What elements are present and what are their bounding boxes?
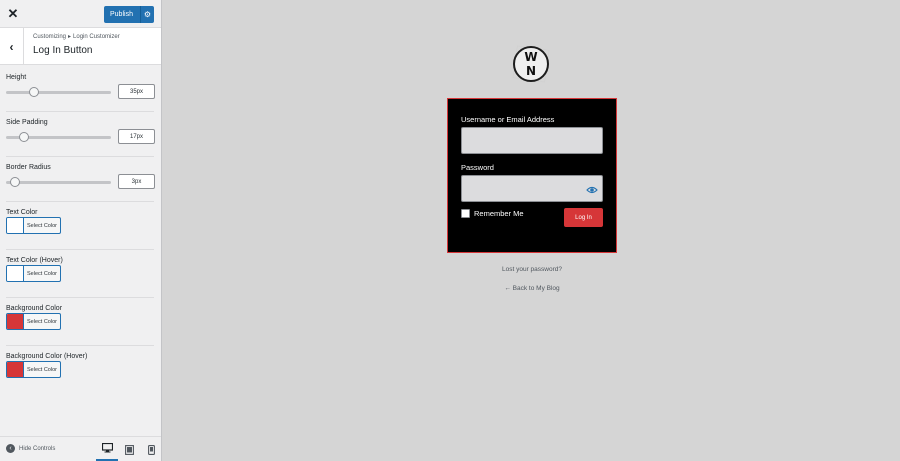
- remember-me-label: Remember Me: [474, 209, 524, 218]
- publish-label: Publish: [110, 11, 133, 18]
- height-value-input[interactable]: 35px: [118, 84, 155, 99]
- divider: [6, 156, 154, 157]
- text-color-hover-button[interactable]: Select Color: [6, 265, 61, 282]
- logo-text: W N: [524, 50, 538, 78]
- text-color-control: Text Color Select Color: [6, 209, 154, 241]
- hide-controls-label: Hide Controls: [19, 445, 56, 452]
- log-in-button[interactable]: Log In: [564, 208, 603, 227]
- side-padding-slider-thumb[interactable]: [19, 132, 29, 142]
- customizer-header: ✕ Publish ⚙: [0, 0, 161, 28]
- height-slider-thumb[interactable]: [29, 87, 39, 97]
- breadcrumb-root: Customizing: [33, 34, 67, 40]
- breadcrumb: Customizing ▸ Login Customizer: [33, 33, 120, 40]
- color-swatch: [7, 266, 24, 281]
- text-color-label: Text Color: [6, 209, 38, 216]
- divider: [6, 111, 154, 112]
- border-radius-slider-thumb[interactable]: [10, 177, 20, 187]
- background-color-button[interactable]: Select Color: [6, 313, 61, 330]
- site-preview: W N Username or Email Address Password R…: [162, 0, 900, 461]
- customizer-sidebar: ✕ Publish ⚙ ‹ Customizing ▸ Login Customiz…: [0, 0, 162, 461]
- text-color-button[interactable]: Select Color: [6, 217, 61, 234]
- select-color-label: Select Color: [27, 318, 57, 325]
- tablet-icon[interactable]: [118, 437, 140, 461]
- hide-controls-button[interactable]: ‹ Hide Controls: [6, 444, 55, 453]
- breadcrumb-separator: ▸: [68, 34, 72, 40]
- back-arrow-icon[interactable]: ‹: [0, 28, 24, 65]
- side-padding-control: Side Padding 17px: [6, 119, 155, 149]
- password-input[interactable]: [461, 175, 603, 202]
- color-swatch: [7, 314, 24, 329]
- select-color-label: Select Color: [27, 270, 57, 277]
- desktop-icon[interactable]: [96, 437, 118, 461]
- remember-me-checkbox[interactable]: [461, 209, 470, 218]
- background-color-hover-control: Background Color (Hover) Select Color: [6, 353, 154, 385]
- select-color-label: Select Color: [27, 222, 57, 229]
- username-label: Username or Email Address: [461, 115, 555, 124]
- username-input[interactable]: [461, 127, 603, 154]
- password-label: Password: [461, 163, 494, 172]
- divider: [6, 297, 154, 298]
- side-padding-value-input[interactable]: 17px: [118, 129, 155, 144]
- eye-icon[interactable]: [586, 183, 598, 195]
- remember-me[interactable]: Remember Me: [461, 209, 524, 218]
- mobile-icon[interactable]: [140, 437, 162, 461]
- select-color-label: Select Color: [27, 366, 57, 373]
- border-radius-label: Border Radius: [6, 164, 51, 171]
- color-swatch: [7, 218, 24, 233]
- close-icon[interactable]: ✕: [0, 0, 26, 28]
- height-control: Height 35px: [6, 74, 155, 104]
- height-label: Height: [6, 74, 27, 81]
- customizer-footer: ‹ Hide Controls: [0, 436, 161, 461]
- height-slider-track[interactable]: [6, 91, 111, 94]
- background-color-hover-button[interactable]: Select Color: [6, 361, 61, 378]
- gear-icon[interactable]: ⚙: [140, 6, 154, 23]
- login-form: Username or Email Address Password Remem…: [447, 98, 617, 253]
- publish-button[interactable]: Publish ⚙: [104, 6, 154, 23]
- back-to-blog-link[interactable]: ← Back to My Blog: [447, 285, 617, 292]
- breadcrumb-parent: Login Customizer: [73, 34, 120, 40]
- border-radius-control: Border Radius 3px: [6, 164, 155, 194]
- color-swatch: [7, 362, 24, 377]
- border-radius-slider-track[interactable]: [6, 181, 111, 184]
- arrow-left-circle-icon: ‹: [6, 444, 15, 453]
- section-header: ‹ Customizing ▸ Login Customizer Log In Bu…: [0, 28, 161, 65]
- section-title: Log In Button: [33, 45, 93, 56]
- background-color-label: Background Color: [6, 305, 63, 312]
- divider: [6, 249, 154, 250]
- text-color-hover-label: Text Color (Hover): [6, 257, 63, 264]
- divider: [6, 201, 154, 202]
- text-color-hover-control: Text Color (Hover) Select Color: [6, 257, 154, 289]
- lost-password-link[interactable]: Lost your password?: [447, 266, 617, 273]
- background-color-control: Background Color Select Color: [6, 305, 154, 337]
- divider: [6, 345, 154, 346]
- background-color-hover-label: Background Color (Hover): [6, 353, 88, 360]
- side-padding-label: Side Padding: [6, 119, 48, 126]
- border-radius-value-input[interactable]: 3px: [118, 174, 155, 189]
- site-logo: W N: [511, 44, 551, 84]
